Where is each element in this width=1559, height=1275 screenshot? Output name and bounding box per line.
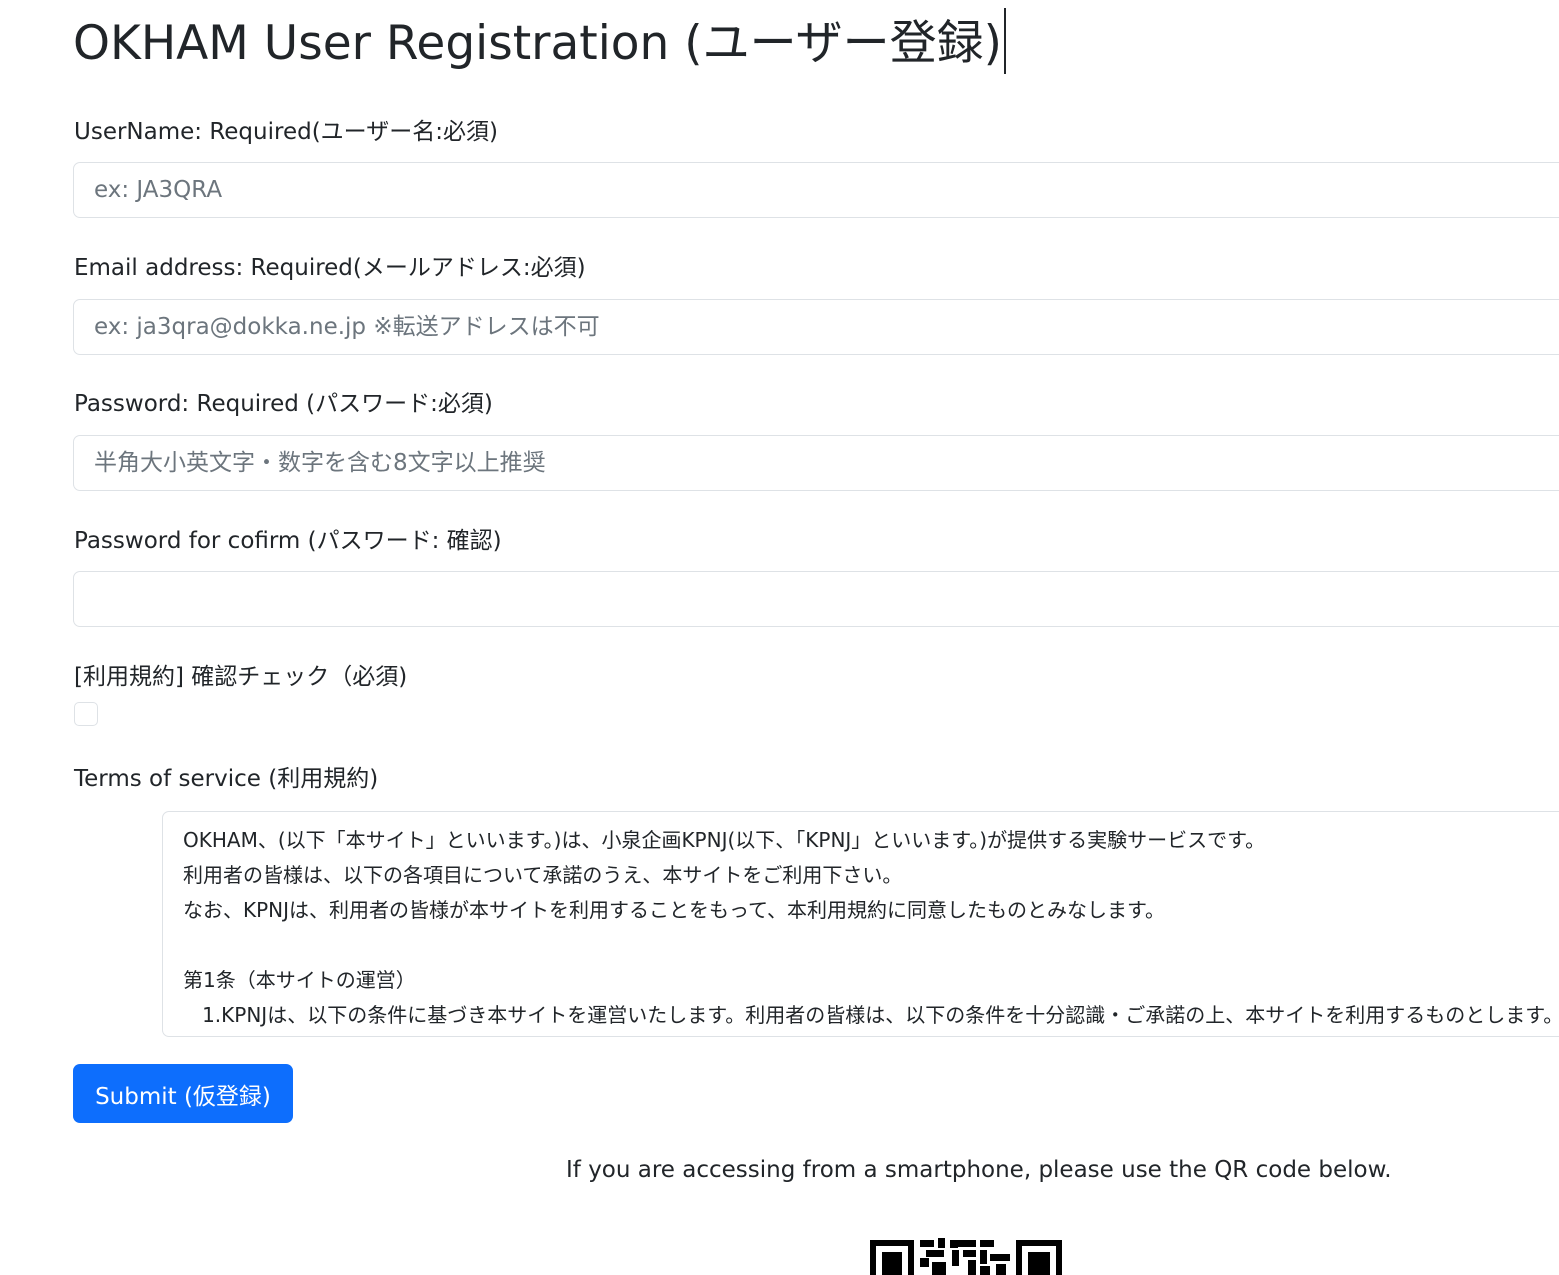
submit-button[interactable]: Submit (仮登録) xyxy=(73,1064,293,1123)
registration-page: OKHAM User Registration (ユーザー登録) UserNam… xyxy=(0,0,1559,1275)
qr-code-image xyxy=(868,1236,1063,1275)
terms-label: Terms of service (利用規約) xyxy=(74,766,379,792)
terms-textarea[interactable]: OKHAM、(以下「本サイト」といいます。)は、小泉企画KPNJ(以下、「KPN… xyxy=(162,811,1559,1037)
qr-note: If you are accessing from a smartphone, … xyxy=(566,1157,1392,1183)
terms-text: OKHAM、(以下「本サイト」といいます。)は、小泉企画KPNJ(以下、「KPN… xyxy=(183,828,1559,1027)
email-input[interactable] xyxy=(73,299,1559,355)
password-confirm-label: Password for cofirm (パスワード: 確認) xyxy=(74,528,502,554)
password-label: Password: Required (パスワード:必須) xyxy=(74,391,493,417)
username-input[interactable] xyxy=(73,162,1559,218)
email-label: Email address: Required(メールアドレス:必須) xyxy=(74,255,586,281)
terms-agree-checkbox[interactable] xyxy=(74,702,98,726)
password-input[interactable] xyxy=(73,435,1559,491)
terms-check-label: [利用規約] 確認チェック（必須) xyxy=(74,664,408,690)
password-confirm-input[interactable] xyxy=(73,571,1559,627)
text-caret xyxy=(1003,8,1006,74)
page-title: OKHAM User Registration (ユーザー登録) xyxy=(73,8,1006,76)
username-label: UserName: Required(ユーザー名:必須) xyxy=(74,119,498,145)
page-title-text: OKHAM User Registration (ユーザー登録) xyxy=(73,16,1002,71)
